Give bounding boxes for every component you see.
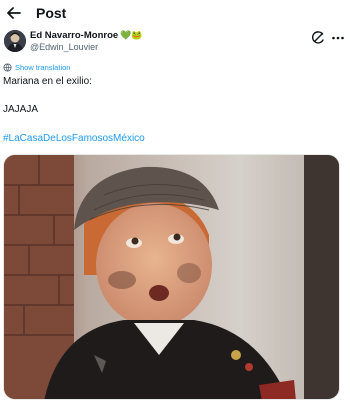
child-photo-illustration bbox=[4, 155, 339, 399]
display-name-text: Ed Navarro-Monroe bbox=[30, 30, 119, 41]
post-text-line-1: Mariana en el exilio: bbox=[3, 76, 92, 87]
post-header: Post bbox=[0, 0, 350, 28]
author-row: Ed Navarro-Monroe 💚🐸 @Edwin_Louvier bbox=[0, 28, 350, 58]
post-image[interactable] bbox=[3, 154, 340, 400]
arrow-left-icon bbox=[7, 7, 21, 19]
back-button[interactable] bbox=[4, 4, 24, 22]
post-text-line-2: JAJAJA bbox=[3, 104, 39, 115]
display-name[interactable]: Ed Navarro-Monroe 💚🐸 bbox=[30, 30, 143, 41]
avatar[interactable] bbox=[4, 30, 26, 52]
name-emoji: 💚🐸 bbox=[120, 30, 143, 40]
more-button[interactable] bbox=[331, 31, 345, 45]
grok-button[interactable] bbox=[310, 30, 326, 46]
show-translation-link[interactable]: Show translation bbox=[3, 63, 70, 72]
page-title: Post bbox=[36, 5, 67, 21]
globe-icon bbox=[3, 63, 12, 72]
hashtag-link[interactable]: #LaCasaDeLosFamososMéxico bbox=[3, 133, 145, 144]
more-icon bbox=[332, 36, 344, 40]
user-handle[interactable]: @Edwin_Louvier bbox=[30, 42, 98, 52]
show-translation-label: Show translation bbox=[15, 63, 71, 72]
grok-icon bbox=[311, 31, 324, 44]
